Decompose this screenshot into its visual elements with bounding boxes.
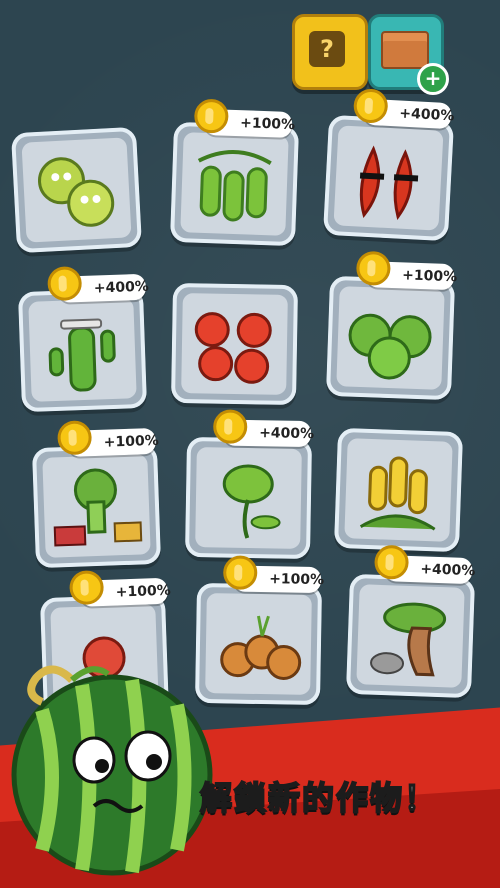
- bonus-badge: +100%: [355, 250, 457, 291]
- bonus-badge: +400%: [352, 88, 455, 130]
- coin-icon: [69, 570, 105, 606]
- bonsai-icon: [370, 602, 447, 677]
- broccoli-icon: [53, 468, 143, 547]
- coin-icon: [352, 88, 389, 124]
- bonus-badge: +100%: [222, 555, 324, 594]
- bonus-badge: +100%: [69, 570, 171, 607]
- coin-icon: [222, 555, 258, 590]
- coin-icon: [47, 265, 83, 302]
- coin-icon: [355, 250, 392, 286]
- onions-icon: [220, 615, 302, 680]
- bonus-badge: +100%: [57, 420, 159, 457]
- cactus-icon: [48, 318, 116, 392]
- bonus-badge: +400%: [373, 544, 476, 585]
- help-icon: ?: [309, 31, 345, 67]
- flytrap-icon: [222, 464, 281, 539]
- pea-pod-icon: [197, 149, 272, 222]
- coin-icon: [57, 420, 93, 456]
- watermelon-mascot-icon: [11, 665, 213, 876]
- corn-icon: [359, 456, 436, 531]
- cabbage-icon: [37, 157, 115, 227]
- bonus-badge: +100%: [193, 98, 295, 138]
- bonus-badge: +400%: [47, 265, 149, 303]
- unlock-caption: 解鎖新的作物！: [199, 778, 439, 818]
- crop-card-chili[interactable]: +400%: [322, 88, 455, 242]
- crop-card-cabbage[interactable]: [10, 126, 143, 254]
- crop-card-corn[interactable]: [333, 427, 464, 553]
- crate-shop-button[interactable]: +: [368, 14, 449, 95]
- coin-icon: [193, 98, 229, 134]
- crop-card-flytrap[interactable]: +400%: [184, 409, 314, 560]
- crop-card-broccoli[interactable]: +100%: [31, 420, 162, 569]
- crop-card-bonsai[interactable]: +400%: [345, 544, 476, 699]
- crop-card-cactus[interactable]: +400%: [17, 265, 149, 413]
- crop-card-pea[interactable]: +100%: [169, 98, 300, 247]
- melons-icon: [348, 313, 432, 380]
- bonus-badge: +400%: [212, 409, 314, 448]
- coin-icon: [373, 544, 410, 580]
- crop-card-melon[interactable]: +100%: [325, 250, 457, 401]
- plus-icon: +: [417, 63, 449, 95]
- tomatoes-icon: [194, 312, 272, 384]
- chili-peppers-icon: [359, 145, 419, 220]
- crate-icon: [381, 31, 429, 69]
- crop-card-tomato[interactable]: [170, 282, 299, 406]
- coin-icon: [212, 409, 248, 444]
- help-button[interactable]: ?: [292, 14, 368, 90]
